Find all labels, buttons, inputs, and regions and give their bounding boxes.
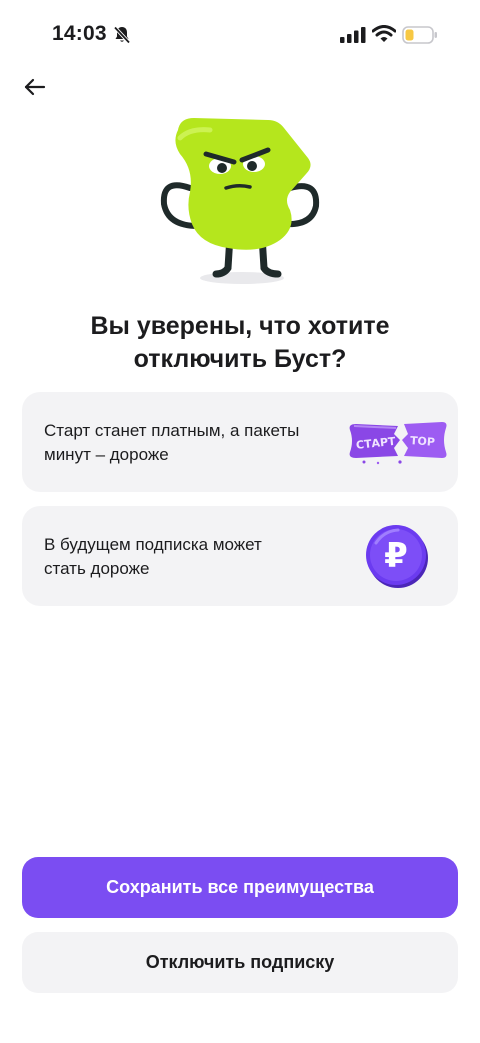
- arrow-left-icon: [24, 78, 46, 96]
- signal-icon: [340, 27, 366, 43]
- page-title: Вы уверены, что хотите отключить Буст?: [40, 310, 440, 376]
- info-card-price-increase: В будущем подписка может стать дороже ₽: [22, 506, 458, 606]
- ticket-text-right: ТОР: [410, 434, 436, 449]
- battery-low-icon: [402, 26, 437, 44]
- torn-ticket-icon: СТАРТ ТОР: [349, 422, 447, 465]
- status-bar: 14:03: [0, 0, 480, 70]
- card-text-line-1: Старт станет платным, а пакеты: [44, 421, 300, 440]
- back-button[interactable]: [20, 72, 50, 102]
- wifi-icon: [372, 25, 396, 42]
- page-title-line-2: отключить Буст?: [133, 345, 347, 373]
- keep-benefits-button[interactable]: Сохранить все преимущества: [22, 857, 458, 918]
- card-text: Старт станет платным, а пакеты минут – д…: [44, 419, 334, 467]
- card-text: В будущем подписка может стать дороже: [44, 533, 334, 581]
- ruble-coin-icon: ₽: [366, 525, 428, 588]
- mascot-illustration: [160, 118, 320, 284]
- info-card-start-paid: Старт станет платным, а пакеты минут – д…: [22, 392, 458, 492]
- status-time: 14:03: [52, 22, 107, 45]
- card-text-line-2: стать дороже: [44, 559, 150, 578]
- bell-slash-icon: [113, 26, 131, 44]
- card-text-line-2: минут – дороже: [44, 445, 169, 464]
- cancel-subscription-button[interactable]: Отключить подписку: [22, 932, 458, 993]
- page-title-line-1: Вы уверены, что хотите: [90, 312, 390, 340]
- ruble-sign: ₽: [384, 536, 408, 576]
- card-text-line-1: В будущем подписка может: [44, 535, 262, 554]
